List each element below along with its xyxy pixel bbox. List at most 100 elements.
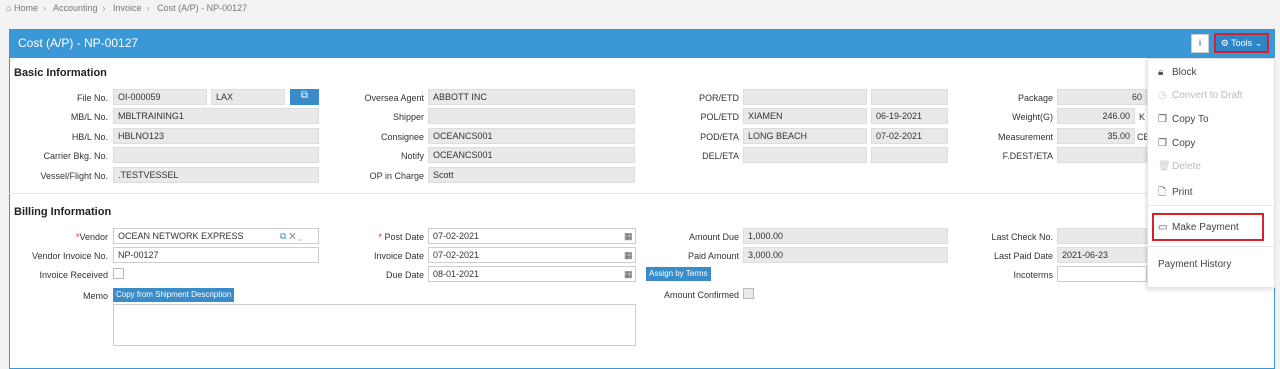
weight-label: Weight(G)	[1012, 112, 1053, 122]
por-label: POR/ETD	[698, 93, 739, 103]
consignee-field: OCEANCS001	[428, 128, 635, 144]
last-paid-label: Last Paid Date	[993, 251, 1053, 261]
calendar-icon[interactable]: ▦	[624, 250, 633, 261]
calendar-icon[interactable]: ▦	[624, 231, 633, 242]
tools-dropdown: 🔒︎ Block ◷ Convert to Draft ❐ Copy To ❐ Copy…	[1147, 58, 1275, 288]
open-file-icon[interactable]: ⧉	[290, 89, 319, 105]
oversea-agent-label: Oversea Agent	[364, 93, 424, 103]
post-date-input[interactable]: 07-02-2021	[428, 228, 636, 244]
consignee-label: Consignee	[380, 132, 424, 142]
pod-label: POD/ETA	[700, 132, 739, 142]
pol-label: POL/ETD	[700, 112, 739, 122]
op-in-charge-label: OP in Charge	[369, 171, 424, 181]
pol-field: XIAMEN	[743, 108, 867, 124]
memo-textarea[interactable]	[113, 304, 636, 346]
menu-item-print[interactable]: 🗋︎ Print	[1158, 185, 1193, 202]
vessel-label: Vessel/Flight No.	[40, 171, 108, 181]
paid-amount-field: 3,000.00	[743, 247, 948, 263]
shipper-field	[428, 108, 635, 124]
op-in-charge-field: Scott	[428, 167, 635, 183]
due-date-input[interactable]: 08-01-2021	[428, 266, 636, 282]
due-date-label: Due Date	[385, 270, 424, 280]
menu-item-payment-history[interactable]: Payment History	[1158, 259, 1231, 270]
edit-icon[interactable]: ⧉	[280, 231, 286, 241]
incoterms-input[interactable]	[1057, 266, 1147, 282]
vendor-label: *Vendor	[75, 232, 108, 242]
amount-confirmed-label: Amount Confirmed	[663, 290, 739, 300]
vendor-actions[interactable]: ⧉ ✕ ⌄	[280, 231, 316, 242]
vendor-invoice-input[interactable]: NP-00127	[113, 247, 319, 263]
last-check-field	[1057, 228, 1147, 244]
notify-field: OCEANCS001	[428, 147, 635, 163]
por-date-field	[871, 89, 948, 105]
amount-confirmed-checkbox[interactable]	[743, 288, 754, 299]
copy-icon: ❐	[1158, 114, 1167, 125]
tools-button[interactable]: ⚙ Tools ⌄	[1214, 33, 1269, 53]
mbl-label: MB/L No.	[70, 112, 108, 122]
weight-unit: K	[1139, 112, 1146, 122]
panel-header: Cost (A/P) - NP-00127 i ⚙ Tools ⌄	[10, 30, 1274, 58]
breadcrumb-home[interactable]: Home	[14, 3, 38, 13]
del-field	[743, 147, 867, 163]
fdest-label: F.DEST/ETA	[1002, 151, 1053, 161]
page-title: Cost (A/P) - NP-00127	[18, 36, 139, 50]
pod-field: LONG BEACH	[743, 128, 867, 144]
hbl-field: HBLNO123	[113, 128, 319, 144]
basic-info-title: Basic Information	[14, 67, 107, 79]
package-label: Package	[1017, 93, 1053, 103]
menu-item-delete: 🗑︎Delete	[1158, 161, 1201, 172]
menu-divider	[1148, 246, 1274, 247]
weight-field: 246.00	[1057, 108, 1135, 124]
carrier-bkg-label: Carrier Bkg. No.	[43, 151, 108, 161]
info-button[interactable]: i	[1191, 34, 1209, 53]
file-branch-field: LAX	[211, 89, 285, 105]
measurement-field: 35.00	[1057, 128, 1135, 144]
last-check-label: Last Check No.	[991, 232, 1053, 242]
invoice-received-label: Invoice Received	[39, 270, 108, 280]
measurement-label: Measurement	[997, 132, 1053, 142]
breadcrumb-accounting[interactable]: Accounting	[53, 3, 98, 13]
copy-icon: ❐	[1158, 138, 1167, 149]
amount-due-field: 1,000.00	[743, 228, 948, 244]
calendar-icon[interactable]: ▦	[624, 269, 633, 280]
section-divider	[8, 193, 1148, 194]
assign-by-terms-button[interactable]: Assign by Terms	[646, 267, 711, 281]
file-no-label: File No.	[76, 93, 108, 103]
copy-shipment-button[interactable]: Copy from Shipment Description	[113, 288, 235, 302]
vessel-field: .TESTVESSEL	[113, 167, 319, 183]
pod-date-field: 07-02-2021	[871, 128, 948, 144]
invoice-date-input[interactable]: 07-02-2021	[428, 247, 636, 263]
incoterms-label: Incoterms	[1013, 270, 1053, 280]
chevron-down-icon: ⌄	[1254, 38, 1263, 48]
oversea-agent-field: ABBOTT INC	[428, 89, 635, 105]
clear-icon[interactable]: ✕	[289, 231, 296, 241]
menu-item-copy-to[interactable]: ❐ Copy To	[1158, 114, 1209, 125]
menu-item-block[interactable]: 🔒︎ Block	[1158, 67, 1196, 78]
por-field	[743, 89, 867, 105]
shipper-label: Shipper	[392, 112, 424, 122]
billing-info-title: Billing Information	[14, 206, 112, 218]
carrier-bkg-field	[113, 147, 319, 163]
notify-label: Notify	[400, 151, 424, 161]
package-field: 60	[1057, 89, 1147, 105]
del-date-field	[871, 147, 948, 163]
menu-item-convert-draft: ◷ Convert to Draft	[1158, 90, 1243, 101]
fdest-field	[1057, 147, 1147, 163]
invoice-date-label: Invoice Date	[373, 251, 424, 261]
hbl-label: HB/L No.	[71, 132, 108, 142]
menu-item-copy[interactable]: ❐ Copy	[1158, 138, 1195, 149]
breadcrumb: ⌂ Home › Accounting › Invoice › Cost (A/P) …	[6, 3, 248, 13]
trash-icon: 🗑︎	[1158, 161, 1171, 172]
del-label: DEL/ETA	[702, 151, 739, 161]
paid-amount-label: Paid Amount	[687, 251, 739, 261]
clock-icon: ◷	[1158, 90, 1167, 101]
home-icon[interactable]: ⌂	[6, 3, 11, 13]
gear-icon: ⚙	[1220, 38, 1229, 48]
chevron-down-icon[interactable]: ⌄	[298, 231, 302, 241]
make-payment-highlight	[1152, 213, 1264, 241]
invoice-received-checkbox[interactable]	[113, 268, 124, 279]
lock-icon: 🔒︎	[1158, 67, 1164, 78]
document-icon: 🗋︎	[1158, 187, 1167, 198]
breadcrumb-current: Cost (A/P) - NP-00127	[157, 3, 248, 13]
breadcrumb-invoice[interactable]: Invoice	[113, 3, 142, 13]
